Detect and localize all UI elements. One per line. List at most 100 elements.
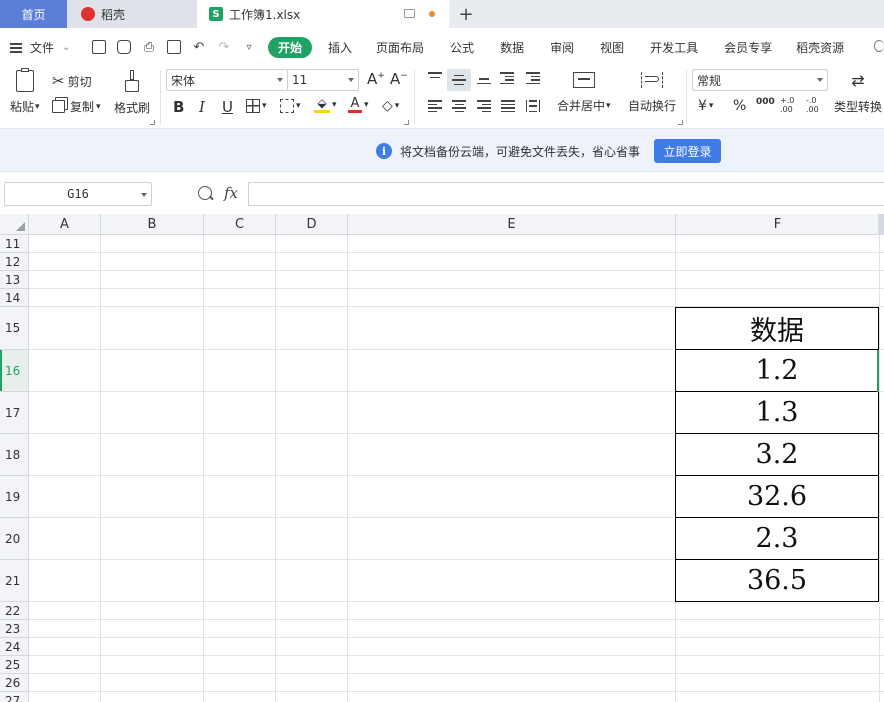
monitor-icon[interactable] [404, 9, 415, 18]
distributed-align-button[interactable] [526, 100, 540, 112]
column-header-c[interactable]: C [204, 214, 276, 235]
row-header-25[interactable]: 25 [0, 656, 29, 674]
align-right-button[interactable] [477, 100, 491, 112]
cell-f17[interactable]: 1.3 [675, 392, 879, 434]
align-left-button[interactable] [428, 100, 442, 112]
underline-button[interactable]: U [222, 98, 233, 116]
row-header-26[interactable]: 26 [0, 674, 29, 692]
type-convert-button[interactable]: ⇄ 类型转换 [834, 72, 882, 115]
undo-button[interactable]: ↶ [190, 38, 208, 56]
formula-input[interactable] [248, 182, 884, 206]
row-header-13[interactable]: 13 [0, 271, 29, 289]
tab-insert[interactable]: 插入 [328, 39, 352, 56]
decrease-indent-button[interactable] [500, 72, 514, 84]
redo-button[interactable]: ↷ [215, 38, 233, 56]
percent-button[interactable]: % [733, 98, 746, 114]
cell-f19[interactable]: 32.6 [675, 476, 879, 518]
borders-icon [246, 99, 260, 113]
format-painter-button[interactable]: 格式刷 [114, 70, 150, 116]
align-bottom-button[interactable] [477, 72, 491, 84]
group-launcher-icon[interactable] [404, 120, 409, 125]
row-header-19[interactable]: 19 [0, 476, 29, 518]
save-button[interactable] [90, 38, 108, 56]
tab-review[interactable]: 审阅 [550, 39, 574, 56]
file-menu[interactable]: 文件 ⌄ [10, 39, 70, 56]
justify-button[interactable] [501, 100, 515, 112]
copy-button[interactable]: 复制 ▾ [52, 98, 101, 115]
column-header-b[interactable]: B [101, 214, 204, 235]
new-tab-button[interactable]: + [456, 0, 476, 28]
tab-start[interactable]: 开始 [268, 37, 313, 58]
login-button[interactable]: 立即登录 [654, 139, 721, 163]
cell-style-button[interactable]: ▾ [280, 99, 301, 113]
increase-font-button[interactable]: A+ [367, 70, 385, 88]
tab-home[interactable]: 首页 [0, 0, 67, 28]
cell-f21[interactable]: 36.5 [675, 560, 879, 602]
wrap-text-button[interactable]: 自动换行 [628, 72, 676, 114]
row-header-27[interactable]: 27 [0, 692, 29, 702]
cell-f16[interactable]: 1.2 [675, 350, 879, 392]
group-launcher-icon[interactable] [150, 120, 155, 125]
print-preview-button[interactable] [165, 38, 183, 56]
tab-view[interactable]: 视图 [600, 39, 624, 56]
increase-decimal-button[interactable]: +.0 .00 [780, 96, 798, 114]
align-middle-button[interactable] [447, 69, 471, 91]
export-button[interactable] [115, 38, 133, 56]
cell-f20[interactable]: 2.3 [675, 518, 879, 560]
select-all-corner[interactable] [0, 214, 29, 235]
fill-color-button[interactable]: ⬙ ▾ [314, 97, 337, 113]
tab-developer[interactable]: 开发工具 [650, 39, 698, 56]
bold-button[interactable]: B [173, 98, 184, 116]
decrease-font-button[interactable]: A− [390, 70, 408, 88]
tab-data[interactable]: 数据 [500, 39, 524, 56]
borders-button[interactable]: ▾ [246, 99, 267, 113]
print-button[interactable]: ⎙ [140, 38, 158, 56]
font-color-button[interactable]: A ▾ [348, 97, 369, 113]
align-top-button[interactable] [428, 72, 442, 84]
font-family-select[interactable]: 宋体 [166, 69, 288, 91]
font-size-select[interactable]: 11 [287, 69, 359, 91]
align-center-button[interactable] [452, 100, 466, 112]
tab-member[interactable]: 会员专享 [724, 39, 772, 56]
cut-button[interactable]: ✂ 剪切 [52, 72, 92, 90]
row-header-24[interactable]: 24 [0, 638, 29, 656]
column-g-header-fragment[interactable] [878, 214, 884, 235]
number-format-select[interactable]: 常规 [692, 69, 828, 91]
column-header-a[interactable]: A [29, 214, 101, 235]
tab-daoke[interactable]: 稻壳 [67, 0, 197, 28]
row-header-18[interactable]: 18 [0, 434, 29, 476]
name-box[interactable]: G16 [4, 182, 152, 206]
column-header-f[interactable]: F [676, 214, 880, 235]
row-header-16[interactable]: 16 [0, 350, 29, 392]
row-header-15[interactable]: 15 [0, 307, 29, 350]
cell-f15[interactable]: 数据 [675, 307, 879, 350]
row-header-22[interactable]: 22 [0, 602, 29, 620]
row-header-21[interactable]: 21 [0, 560, 29, 602]
thousands-separator-button[interactable]: 000 [756, 98, 775, 107]
tab-page-layout[interactable]: 页面布局 [376, 39, 424, 56]
search-icon[interactable] [874, 40, 884, 52]
clear-button[interactable]: ◇ ▾ [382, 98, 399, 114]
column-header-d[interactable]: D [276, 214, 348, 235]
cell-f18[interactable]: 3.2 [675, 434, 879, 476]
tab-formula[interactable]: 公式 [450, 39, 474, 56]
row-header-17[interactable]: 17 [0, 392, 29, 434]
decrease-decimal-button[interactable]: -.0 .00 [806, 96, 824, 114]
paste-button[interactable]: 粘贴 ▾ [10, 68, 40, 115]
row-header-23[interactable]: 23 [0, 620, 29, 638]
merge-center-button[interactable]: 合并居中 ▾ [557, 72, 611, 114]
group-launcher-icon[interactable] [678, 120, 683, 125]
quick-access-more-button[interactable]: ▿ [240, 38, 258, 56]
row-header-20[interactable]: 20 [0, 518, 29, 560]
row-header-14[interactable]: 14 [0, 289, 29, 307]
increase-indent-button[interactable] [526, 72, 540, 84]
currency-button[interactable]: ¥ ▾ [698, 98, 713, 114]
tab-daoke-resources[interactable]: 稻壳资源 [796, 39, 844, 56]
fx-icon[interactable]: fx [224, 184, 238, 202]
cloud-backup-notice: i 将文档备份云端，可避免文件丢失，省心省事 立即登录 [0, 128, 884, 172]
column-header-e[interactable]: E [348, 214, 676, 235]
row-header-11[interactable]: 11 [0, 235, 29, 253]
zoom-icon[interactable] [198, 186, 212, 200]
row-header-12[interactable]: 12 [0, 253, 29, 271]
italic-button[interactable]: I [199, 98, 205, 116]
